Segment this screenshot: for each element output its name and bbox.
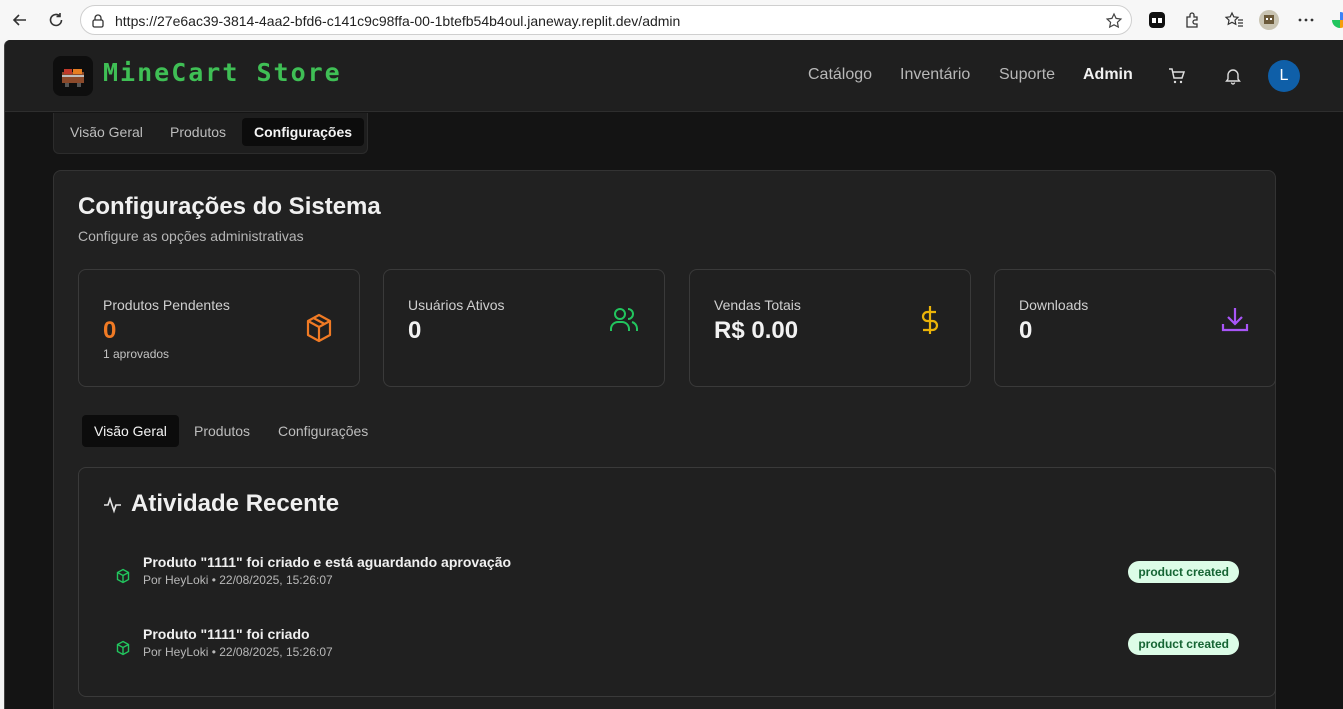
package-icon <box>303 312 335 344</box>
activity-item: Produto "1111" foi criado e está aguarda… <box>103 554 1253 614</box>
users-icon <box>608 304 640 336</box>
app-header: MineCart Store Catálogo Inventário Supor… <box>5 40 1343 112</box>
nav-catalogo[interactable]: Catálogo <box>808 66 872 84</box>
url-text: https://27e6ac39-3814-4aa2-bfd6-c141c9c9… <box>115 13 681 29</box>
status-badge: product created <box>1128 633 1239 655</box>
copilot-icon[interactable] <box>1329 9 1343 31</box>
stat-label: Vendas Totais <box>714 297 801 313</box>
favorite-star-icon[interactable] <box>1105 12 1123 30</box>
activity-item-meta: Por HeyLoki • 22/08/2025, 15:26:07 <box>143 645 333 659</box>
top-tab-bar: Visão Geral Produtos Configurações <box>53 113 368 154</box>
stat-note: 1 aprovados <box>103 347 170 361</box>
stat-value: 0 <box>1019 317 1033 344</box>
page-title: Configurações do Sistema <box>78 193 381 220</box>
extension-icon[interactable] <box>1146 9 1168 31</box>
activity-pulse-icon <box>103 495 123 515</box>
back-icon[interactable] <box>8 8 32 32</box>
minecart-logo-icon[interactable] <box>53 56 93 96</box>
page-subtitle: Configure as opções administrativas <box>78 228 304 244</box>
stat-card-total-sales: Vendas Totais R$ 0.00 <box>689 269 971 387</box>
activity-item-title: Produto "1111" foi criado <box>143 626 310 642</box>
nav-inventario[interactable]: Inventário <box>900 66 970 84</box>
inner-tab-configuracoes[interactable]: Configurações <box>266 415 380 447</box>
activity-item-title: Produto "1111" foi criado e está aguarda… <box>143 554 512 570</box>
status-badge: product created <box>1128 561 1239 583</box>
stat-card-downloads: Downloads 0 <box>994 269 1276 387</box>
stat-label: Usuários Ativos <box>408 297 505 313</box>
bell-icon[interactable] <box>1223 66 1243 86</box>
address-bar[interactable]: https://27e6ac39-3814-4aa2-bfd6-c141c9c9… <box>80 5 1132 35</box>
tab-visao-geral[interactable]: Visão Geral <box>58 118 155 146</box>
nav-suporte[interactable]: Suporte <box>999 66 1055 84</box>
activity-title: Atividade Recente <box>131 490 340 517</box>
package-icon <box>115 640 131 656</box>
stat-card-active-users: Usuários Ativos 0 <box>383 269 665 387</box>
extensions-puzzle-icon[interactable] <box>1182 9 1204 31</box>
stat-value: 0 <box>103 317 117 344</box>
activity-item: Produto "1111" foi criado Por HeyLoki • … <box>103 626 1253 686</box>
more-options-icon[interactable] <box>1295 9 1317 31</box>
stat-card-pending-products: Produtos Pendentes 0 1 aprovados <box>78 269 360 387</box>
browser-toolbar: https://27e6ac39-3814-4aa2-bfd6-c141c9c9… <box>0 0 1343 40</box>
stat-label: Downloads <box>1019 297 1089 313</box>
inner-tab-produtos[interactable]: Produtos <box>182 415 262 447</box>
favorites-icon[interactable] <box>1223 9 1245 31</box>
refresh-icon[interactable] <box>44 8 68 32</box>
app-window: MineCart Store Catálogo Inventário Supor… <box>4 40 1343 709</box>
profile-icon[interactable] <box>1258 9 1280 31</box>
settings-card: Configurações do Sistema Configure as op… <box>53 170 1276 709</box>
package-icon <box>115 568 131 584</box>
nav-admin[interactable]: Admin <box>1083 66 1133 84</box>
inner-tab-visao-geral[interactable]: Visão Geral <box>82 415 179 447</box>
recent-activity-card: Atividade Recente Produto "1111" foi cri… <box>78 467 1276 697</box>
tab-produtos[interactable]: Produtos <box>158 118 238 146</box>
stat-label: Produtos Pendentes <box>103 297 230 313</box>
dollar-icon <box>914 304 946 336</box>
activity-item-meta: Por HeyLoki • 22/08/2025, 15:26:07 <box>143 573 333 587</box>
tab-configuracoes[interactable]: Configurações <box>242 118 365 146</box>
lock-icon <box>90 13 106 29</box>
brand-name[interactable]: MineCart Store <box>103 58 342 87</box>
user-avatar[interactable]: L <box>1268 60 1300 92</box>
stat-value: R$ 0.00 <box>714 317 799 344</box>
cart-icon[interactable] <box>1167 66 1187 86</box>
stat-value: 0 <box>408 317 422 344</box>
download-icon <box>1219 304 1251 336</box>
